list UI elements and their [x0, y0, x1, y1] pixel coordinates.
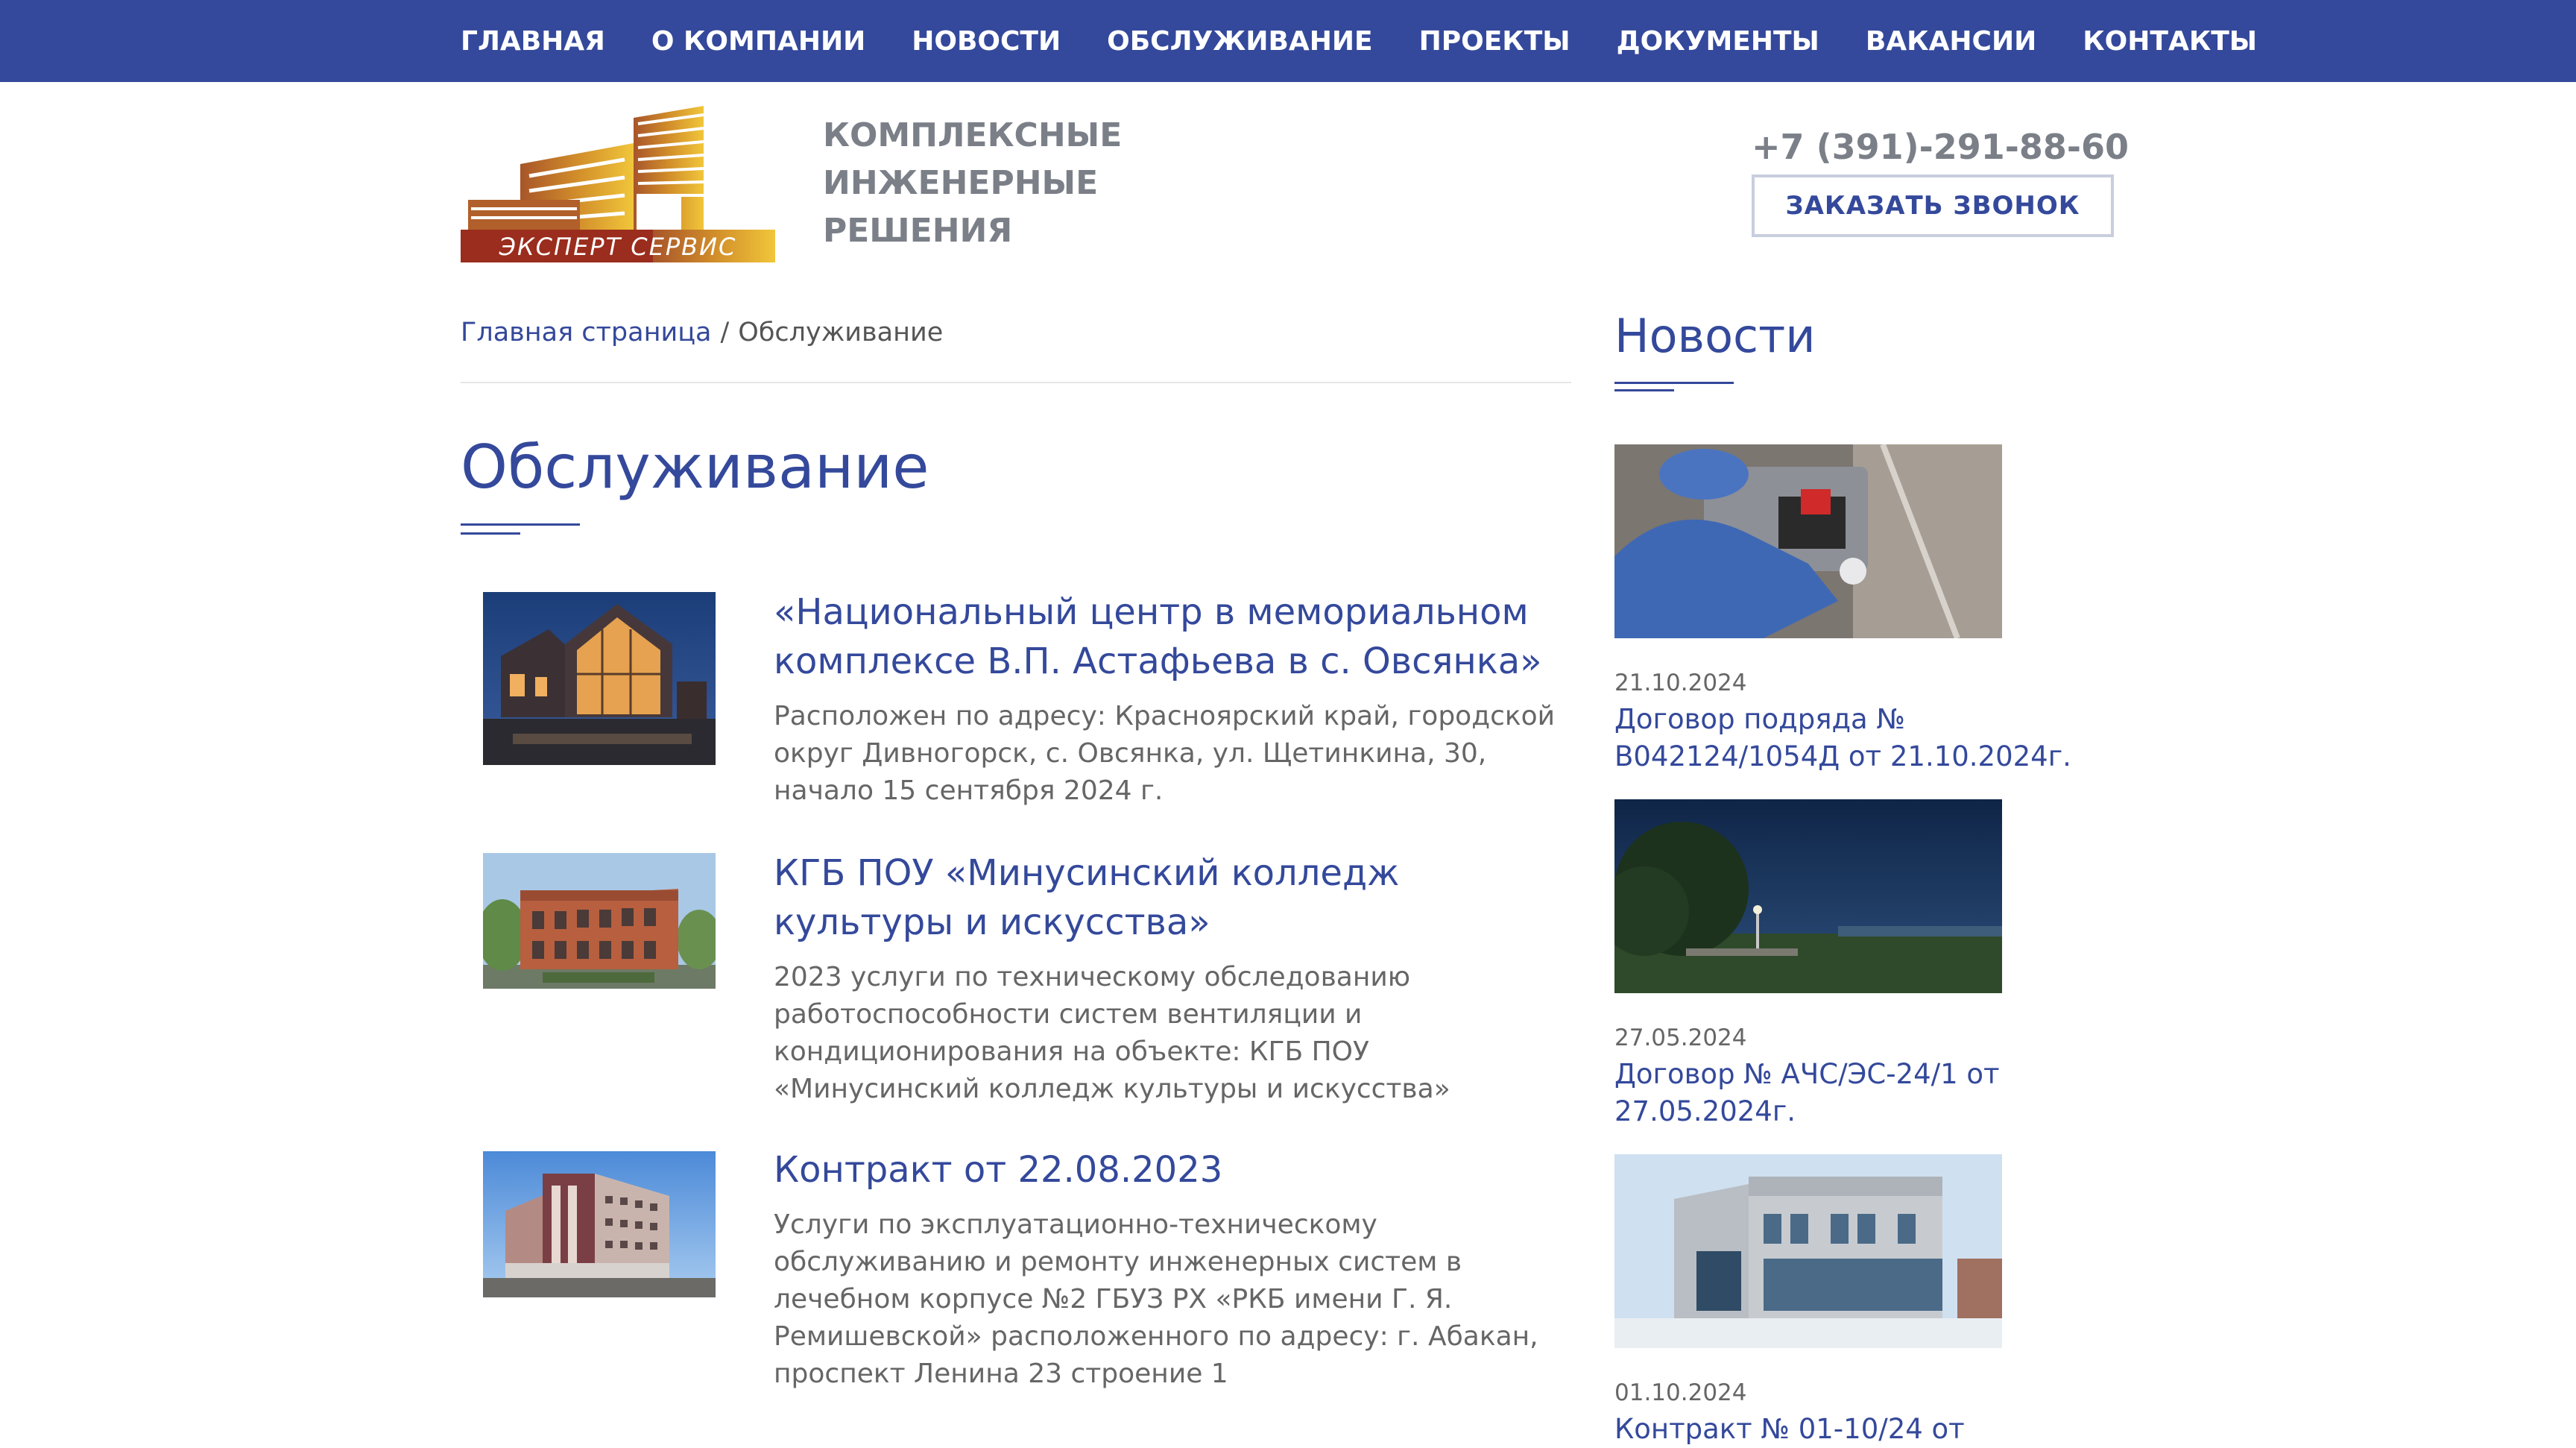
nav-item-service[interactable]: ОБСЛУЖИВАНИЕ [1107, 26, 1372, 57]
nav-item-home[interactable]: ГЛАВНАЯ [461, 26, 605, 57]
sidebar-news-title: Новости [1614, 309, 1816, 363]
hospital-photo [483, 1151, 716, 1297]
nav-item-vacancies[interactable]: ВАКАНСИИ [1866, 26, 2036, 57]
breadcrumb: Главная страница / Обслуживание [461, 318, 943, 347]
nav-item-news[interactable]: НОВОСТИ [912, 26, 1061, 57]
breadcrumb-separator: / [720, 318, 730, 347]
breadcrumb-current: Обслуживание [738, 318, 944, 347]
tagline-line: РЕШЕНИЯ [823, 212, 1013, 250]
news-title-link[interactable]: Договор подряда № В042124/1054Д от 21.10… [1614, 701, 2077, 775]
nav-menu: ГЛАВНАЯ О КОМПАНИИ НОВОСТИ ОБСЛУЖИВАНИЕ … [461, 0, 2257, 82]
sidebar-title-underline-short [1614, 389, 1674, 391]
company-logo[interactable]: ЭКСПЕРТ СЕРВИС [461, 104, 775, 262]
top-navigation: ГЛАВНАЯ О КОМПАНИИ НОВОСТИ ОБСЛУЖИВАНИЕ … [0, 0, 2576, 82]
news-thumbnail-theatre[interactable] [1614, 1154, 2002, 1348]
tagline-line: КОМПЛЕКСНЫЕ [823, 116, 1123, 154]
title-underline-short [461, 532, 520, 535]
theatre-photo [1614, 1154, 2002, 1348]
company-tagline: КОМПЛЕКСНЫЕ ИНЖЕНЕРНЫЕ РЕШЕНИЯ [823, 112, 1136, 255]
news-date: 21.10.2024 [1614, 670, 1747, 696]
park-photo [1614, 799, 2002, 993]
news-date: 27.05.2024 [1614, 1024, 1747, 1051]
breadcrumb-home-link[interactable]: Главная страница [461, 318, 712, 347]
page-title: Обслуживание [461, 432, 929, 502]
news-title-link[interactable]: Договор № АЧС/ЭС-24/1 от 27.05.2024г. [1614, 1056, 2077, 1130]
item-thumbnail-college[interactable] [483, 853, 716, 989]
museum-photo [483, 592, 716, 765]
item-thumbnail-hospital[interactable] [483, 1151, 716, 1297]
nav-item-contacts[interactable]: КОНТАКТЫ [2083, 26, 2257, 57]
item-title-link[interactable]: Контракт от 22.08.2023 [774, 1145, 1564, 1194]
item-title-link[interactable]: «Национальный центр в мемориальном компл… [774, 588, 1564, 686]
item-thumbnail-museum[interactable] [483, 592, 716, 765]
news-thumbnail-park[interactable] [1614, 799, 2002, 993]
item-description: Услуги по эксплуатационно-техническому о… [774, 1209, 1538, 1389]
phone-number[interactable]: +7 (391)-291-88-60 [1752, 127, 2129, 167]
news-thumbnail-worker[interactable] [1614, 444, 2002, 638]
worker-photo [1614, 444, 2002, 638]
item-description: 2023 услуги по техническому обследованию… [774, 962, 1450, 1104]
nav-item-projects[interactable]: ПРОЕКТЫ [1419, 26, 1570, 57]
logo-text: ЭКСПЕРТ СЕРВИС [499, 233, 737, 261]
news-title-link[interactable]: Контракт № 01-10/24 от [1614, 1411, 2077, 1448]
item-description: Расположен по адресу: Красноярский край,… [774, 701, 1556, 806]
tagline-line: ИНЖЕНЕРНЫЕ [823, 164, 1099, 202]
college-photo [483, 853, 716, 989]
nav-item-documents[interactable]: ДОКУМЕНТЫ [1617, 26, 1819, 57]
item-title-link[interactable]: КГБ ПОУ «Минусинский колледж культуры и … [774, 849, 1564, 947]
callback-button[interactable]: ЗАКАЗАТЬ ЗВОНОК [1752, 174, 2114, 237]
nav-item-about[interactable]: О КОМПАНИИ [651, 26, 865, 57]
sidebar-title-underline [1614, 382, 1734, 384]
title-underline [461, 523, 580, 526]
news-date: 01.10.2024 [1614, 1379, 1747, 1406]
breadcrumb-divider [461, 382, 1571, 383]
